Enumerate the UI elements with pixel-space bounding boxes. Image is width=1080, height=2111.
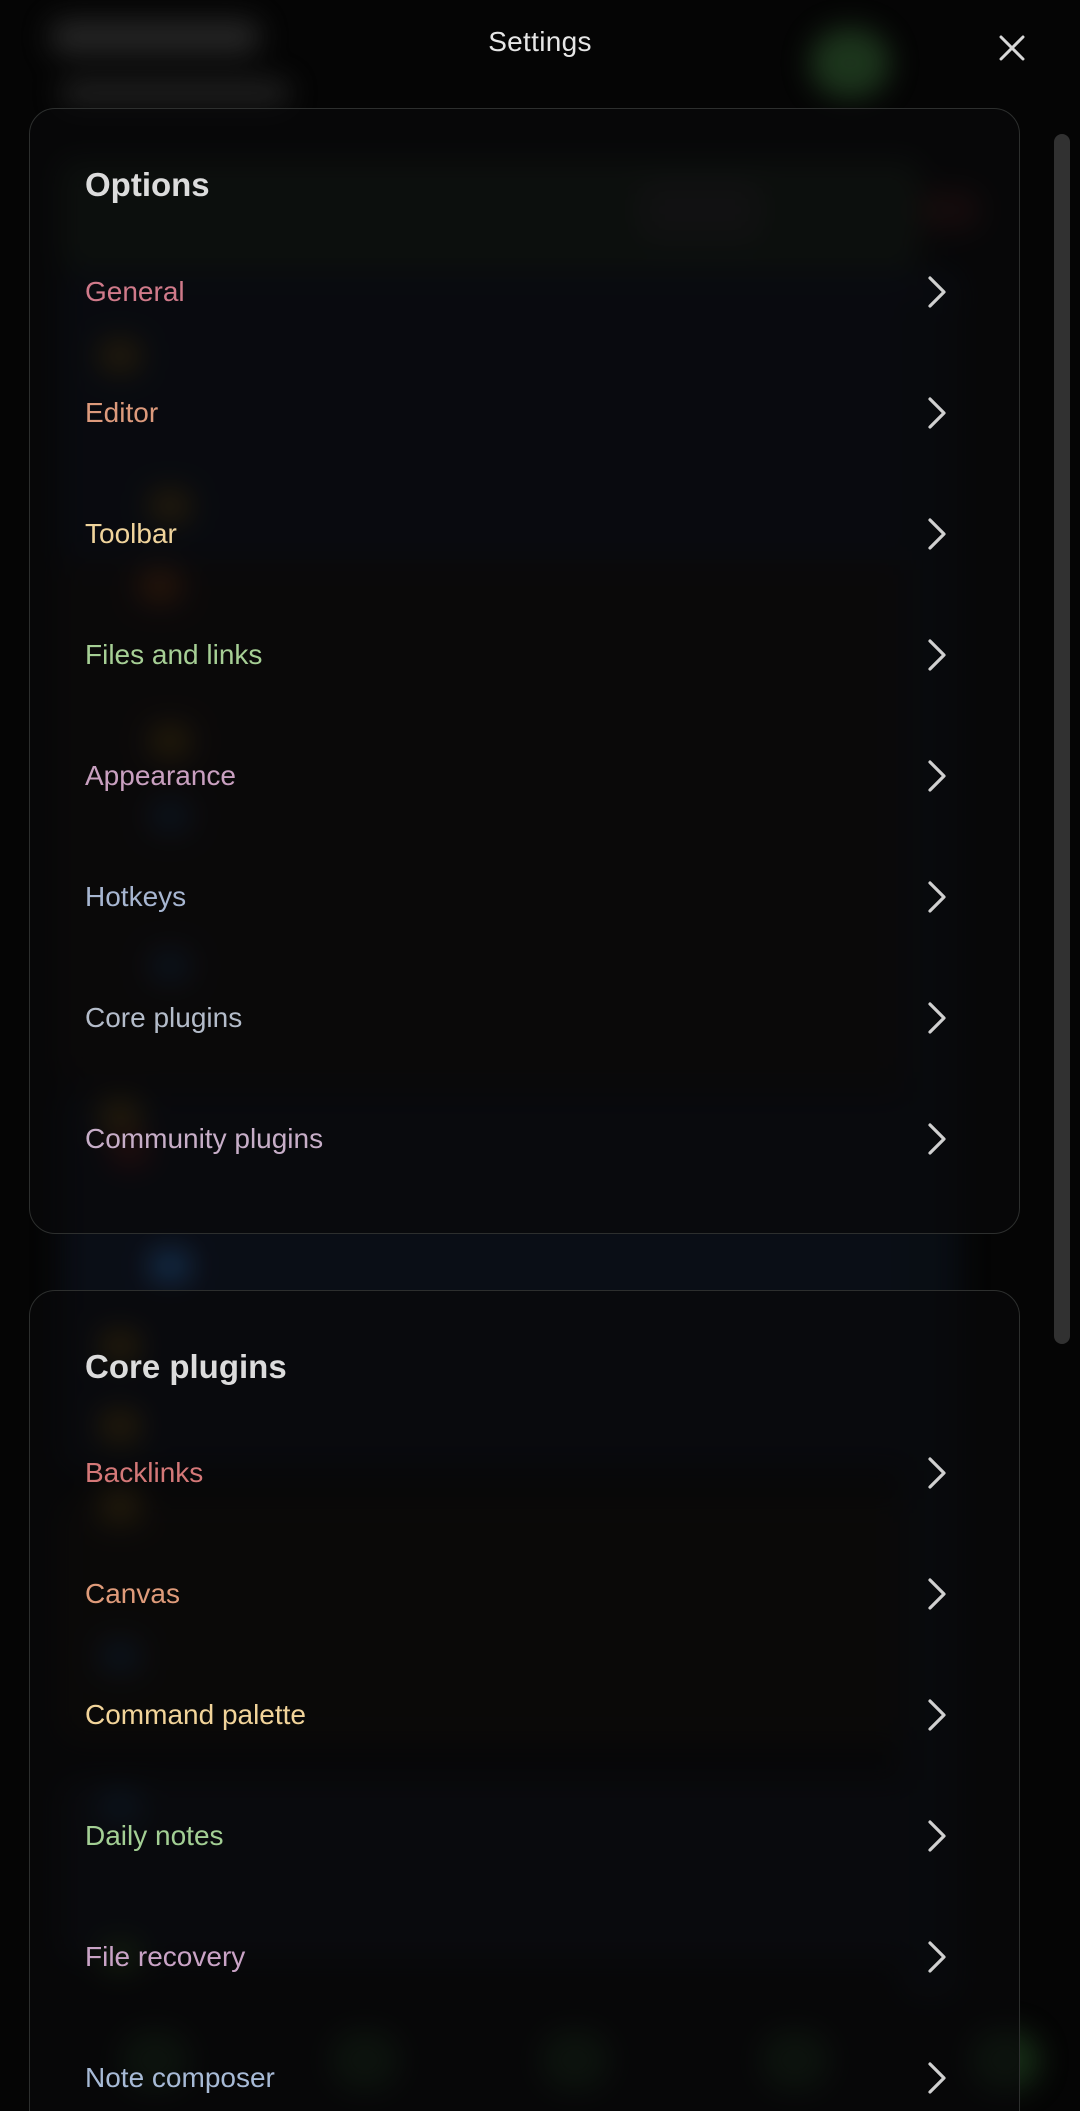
settings-item-label: Editor <box>85 397 159 428</box>
settings-item-label: Files and links <box>85 639 263 670</box>
plugin-item-label: Note composer <box>85 2062 275 2093</box>
close-icon <box>999 35 1025 61</box>
chevron-right-icon <box>928 518 946 550</box>
options-section: Options General Editor Toolbar Files and… <box>29 108 1020 1234</box>
page-title: Settings <box>488 26 592 57</box>
plugin-item-label: Daily notes <box>85 1820 224 1851</box>
settings-item-hotkeys[interactable]: Hotkeys <box>30 842 1019 952</box>
chevron-right-icon <box>928 1578 946 1610</box>
chevron-right-icon <box>928 276 946 308</box>
settings-header: Settings <box>0 0 1080 100</box>
plugin-item-daily-notes[interactable]: Daily notes <box>30 1781 1019 1891</box>
scrollbar[interactable] <box>1054 134 1070 1344</box>
chevron-right-icon <box>928 2062 946 2094</box>
plugin-item-file-recovery[interactable]: File recovery <box>30 1902 1019 2012</box>
settings-item-label: Appearance <box>85 760 237 791</box>
plugin-item-label: Command palette <box>85 1699 307 1730</box>
close-button[interactable] <box>988 24 1036 72</box>
settings-item-toolbar[interactable]: Toolbar <box>30 479 1019 589</box>
section-title-options: Options <box>85 166 210 203</box>
core-plugins-section: Core plugins Backlinks Canvas Command pa… <box>29 1290 1020 2111</box>
chevron-right-icon <box>928 397 946 429</box>
chevron-right-icon <box>928 1123 946 1155</box>
plugin-item-label: File recovery <box>85 1941 246 1972</box>
settings-item-general[interactable]: General <box>30 237 1019 347</box>
chevron-right-icon <box>928 760 946 792</box>
settings-item-label: Community plugins <box>85 1123 324 1154</box>
settings-item-editor[interactable]: Editor <box>30 358 1019 468</box>
plugin-item-command-palette[interactable]: Command palette <box>30 1660 1019 1770</box>
plugin-item-backlinks[interactable]: Backlinks <box>30 1418 1019 1528</box>
settings-item-community-plugins[interactable]: Community plugins <box>30 1084 1019 1194</box>
chevron-right-icon <box>928 1699 946 1731</box>
chevron-right-icon <box>928 1457 946 1489</box>
chevron-right-icon <box>928 639 946 671</box>
chevron-right-icon <box>928 1820 946 1852</box>
settings-item-label: General <box>85 276 185 307</box>
chevron-right-icon <box>928 881 946 913</box>
settings-item-core-plugins[interactable]: Core plugins <box>30 963 1019 1073</box>
section-title-core-plugins: Core plugins <box>85 1348 287 1385</box>
settings-item-label: Core plugins <box>85 1002 243 1033</box>
settings-item-files-and-links[interactable]: Files and links <box>30 600 1019 710</box>
plugin-item-label: Canvas <box>85 1578 180 1609</box>
plugin-item-label: Backlinks <box>85 1457 204 1488</box>
settings-screen: Settings Options General Editor Toolbar … <box>0 0 1080 2111</box>
settings-item-appearance[interactable]: Appearance <box>30 721 1019 831</box>
chevron-right-icon <box>928 1941 946 1973</box>
settings-item-label: Toolbar <box>85 518 177 549</box>
settings-item-label: Hotkeys <box>85 881 187 912</box>
plugin-item-note-composer[interactable]: Note composer <box>30 2023 1019 2111</box>
plugin-item-canvas[interactable]: Canvas <box>30 1539 1019 1649</box>
chevron-right-icon <box>928 1002 946 1034</box>
